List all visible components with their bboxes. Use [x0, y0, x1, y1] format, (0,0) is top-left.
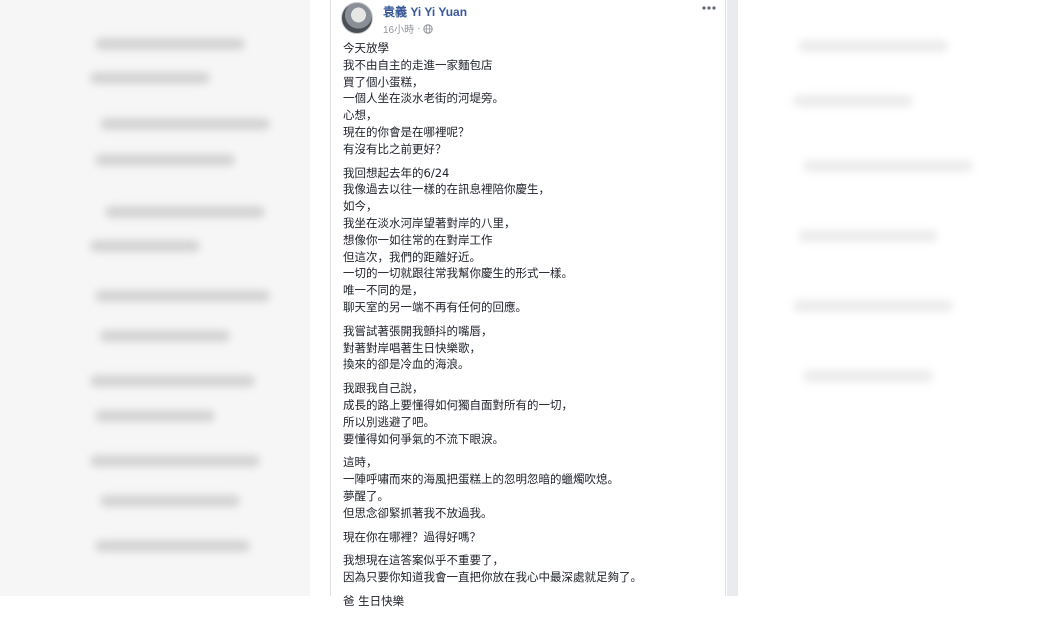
post-text-line: 我不由自主的走進一家麵包店	[343, 57, 493, 72]
post-paragraph: 我嘗試著張開我顫抖的嘴唇， 對著對岸唱著生日快樂歌， 換來的卻是冷血的海浪。	[343, 323, 718, 373]
post-paragraph: 爸 生日快樂	[343, 593, 718, 610]
post-text-line: 要懂得如何爭氣的不流下眼淚。	[343, 431, 504, 446]
post-text-line: 買了個小蛋糕，	[343, 74, 424, 89]
post-text-line: 有沒有比之前更好？	[343, 141, 447, 156]
more-options-icon[interactable]	[699, 0, 719, 16]
post-text-line: 但這次，我們的距離好近。	[343, 249, 481, 264]
post-text-line: 我跟我自己說，	[343, 381, 424, 396]
post-meta: 16小時 ·	[383, 21, 434, 36]
post-text-line: 對著對岸唱著生日快樂歌，	[343, 340, 481, 355]
post-timestamp[interactable]: 16小時	[383, 21, 414, 36]
post-text-line: 一切的一切就跟往常我幫你慶生的形式一樣。	[343, 266, 573, 281]
feed-gutter	[727, 0, 738, 596]
post-text-line: 換來的卻是冷血的海浪。	[343, 357, 470, 372]
post-text-line: 如今，	[343, 199, 378, 214]
meta-separator: ·	[417, 23, 421, 34]
post-text-line: 這時，	[343, 455, 378, 470]
post-paragraph: 我回想起去年的6/24 我像過去以往一樣的在訊息裡陪你慶生， 如今， 我坐在淡水河岸望…	[343, 165, 718, 316]
post-text-line: 我坐在淡水河岸望著對岸的八里，	[343, 215, 516, 230]
post-paragraph: 我想現在這答案似乎不重要了， 因為只要你知道我會一直把你放在我心中最深處就足夠了。	[343, 552, 718, 586]
facebook-post: 袁義 Yi Yi Yuan 16小時 · 今天放學我不由自主的走進一家麵包店 買了…	[330, 0, 726, 608]
post-text-line: 夢醒了。	[343, 488, 389, 503]
post-header: 袁義 Yi Yi Yuan 16小時 ·	[341, 0, 721, 40]
post-text-line: 我像過去以往一樣的在訊息裡陪你慶生，	[343, 182, 550, 197]
post-text-line: 但思念卻緊抓著我不放過我。	[343, 505, 493, 520]
avatar[interactable]	[341, 2, 373, 34]
post-text-line: 我嘗試著張開我顫抖的嘴唇，	[343, 323, 493, 338]
post-paragraph: 這時， 一陣呼嘯而來的海風把蛋糕上的忽明忽暗的蠟燭吹熄。 夢醒了。但思念卻緊抓著我不…	[343, 454, 718, 521]
post-text-line: 現在你在哪裡？過得好嗎？	[343, 529, 481, 544]
blurred-background-right	[738, 0, 1060, 596]
post-paragraph: 現在你在哪裡？過得好嗎？	[343, 529, 718, 546]
post-text-line: 唯一不同的是，	[343, 283, 424, 298]
post-body: 今天放學我不由自主的走進一家麵包店 買了個小蛋糕， 一個人坐在淡水老街的河堤旁。 心想…	[343, 40, 718, 617]
post-text-line: 一個人坐在淡水老街的河堤旁。	[343, 91, 504, 106]
post-text-line: 因為只要你知道我會一直把你放在我心中最深處就足夠了。	[343, 570, 642, 585]
blurred-background-left	[0, 0, 310, 596]
post-text-line: 我想現在這答案似乎不重要了，	[343, 553, 504, 568]
post-text-line: 想像你一如往常的在對岸工作	[343, 232, 493, 247]
post-text-line: 現在的你會是在哪裡呢？	[343, 124, 470, 139]
post-paragraph: 今天放學我不由自主的走進一家麵包店 買了個小蛋糕， 一個人坐在淡水老街的河堤旁。 心想…	[343, 40, 718, 158]
post-text-line: 爸 生日快樂	[343, 593, 405, 608]
post-text-line: 我回想起去年的6/24	[343, 165, 450, 180]
post-text-line: 所以別逃避了吧。	[343, 414, 435, 429]
post-text-line: 今天放學	[343, 41, 389, 55]
globe-icon[interactable]	[423, 23, 434, 34]
post-text-line: 一陣呼嘯而來的海風把蛋糕上的忽明忽暗的蠟燭吹熄。	[343, 472, 619, 487]
post-text-line: 成長的路上要懂得如何獨自面對所有的一切，	[343, 397, 573, 412]
author-name[interactable]: 袁義 Yi Yi Yuan	[383, 3, 467, 20]
post-text-line: 心想，	[343, 108, 378, 123]
post-text-line: 聊天室的另一端不再有任何的回應。	[343, 299, 527, 314]
post-paragraph: 我跟我自己說， 成長的路上要懂得如何獨自面對所有的一切， 所以別逃避了吧。要懂得如何…	[343, 380, 718, 447]
